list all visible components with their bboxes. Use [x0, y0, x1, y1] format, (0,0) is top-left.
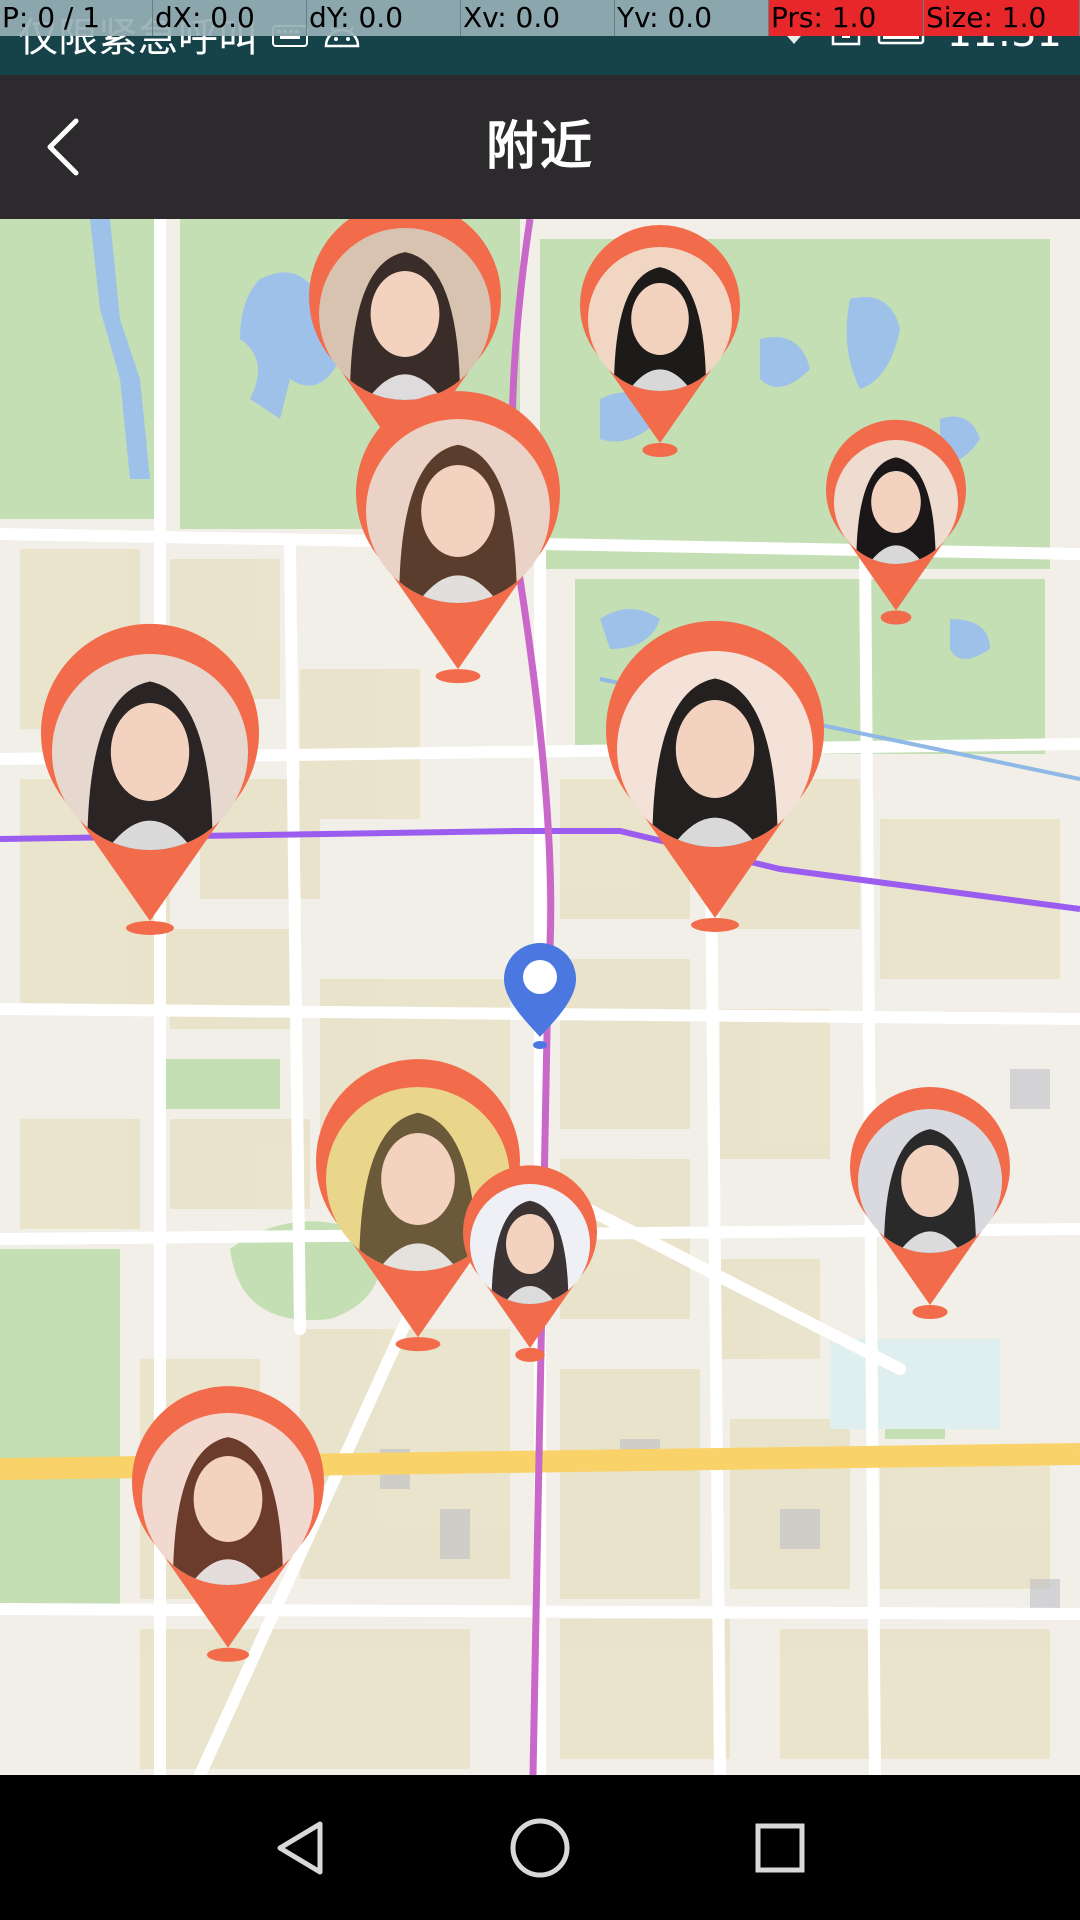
avatar: [617, 651, 813, 847]
pointer-yv: Yv: 0.0: [615, 0, 769, 36]
app-bar: 附近: [0, 75, 1080, 219]
navigation-bar: [0, 1775, 1080, 1920]
pointer-pressure: Prs: 1.0: [769, 0, 924, 36]
avatar: [470, 1184, 590, 1304]
nearby-user-10-pin[interactable]: [132, 1386, 324, 1662]
pointer-location-overlay: P: 0 / 1 dX: 0.0 dY: 0.0 Xv: 0.0 Yv: 0.0…: [0, 0, 1080, 36]
nav-home-button[interactable]: [460, 1775, 620, 1920]
avatar: [319, 228, 491, 400]
avatar: [142, 1413, 314, 1585]
avatar: [858, 1109, 1002, 1253]
my-location-marker: [500, 939, 580, 1051]
pointer-xv: Xv: 0.0: [461, 0, 615, 36]
map-view[interactable]: [0, 219, 1080, 1775]
avatar: [834, 440, 958, 564]
pointer-size: Size: 1.0: [924, 0, 1080, 36]
nearby-user-2-pin[interactable]: [580, 224, 740, 457]
square-recents-icon: [755, 1823, 805, 1872]
pointer-dx: dX: 0.0: [153, 0, 307, 36]
avatar: [588, 247, 732, 391]
nearby-user-7-pin[interactable]: [850, 1086, 1010, 1319]
pointer-dy: dY: 0.0: [307, 0, 461, 36]
nav-back-button[interactable]: [220, 1775, 380, 1920]
nearby-user-5-pin[interactable]: [40, 623, 259, 935]
nearby-user-3-pin[interactable]: [356, 391, 560, 684]
page-title: 附近: [485, 117, 594, 177]
nearby-user-4-pin[interactable]: [826, 419, 966, 625]
circle-home-icon: [510, 1818, 570, 1877]
nav-recents-button[interactable]: [700, 1775, 860, 1920]
pointer-count: P: 0 / 1: [0, 0, 153, 36]
location-pin-icon: [504, 943, 576, 1049]
triangle-back-icon: [277, 1821, 323, 1874]
nearby-user-6-pin[interactable]: [606, 620, 824, 932]
avatar: [366, 419, 550, 603]
nearby-user-9-pin[interactable]: [463, 1165, 597, 1362]
avatar: [52, 654, 248, 850]
